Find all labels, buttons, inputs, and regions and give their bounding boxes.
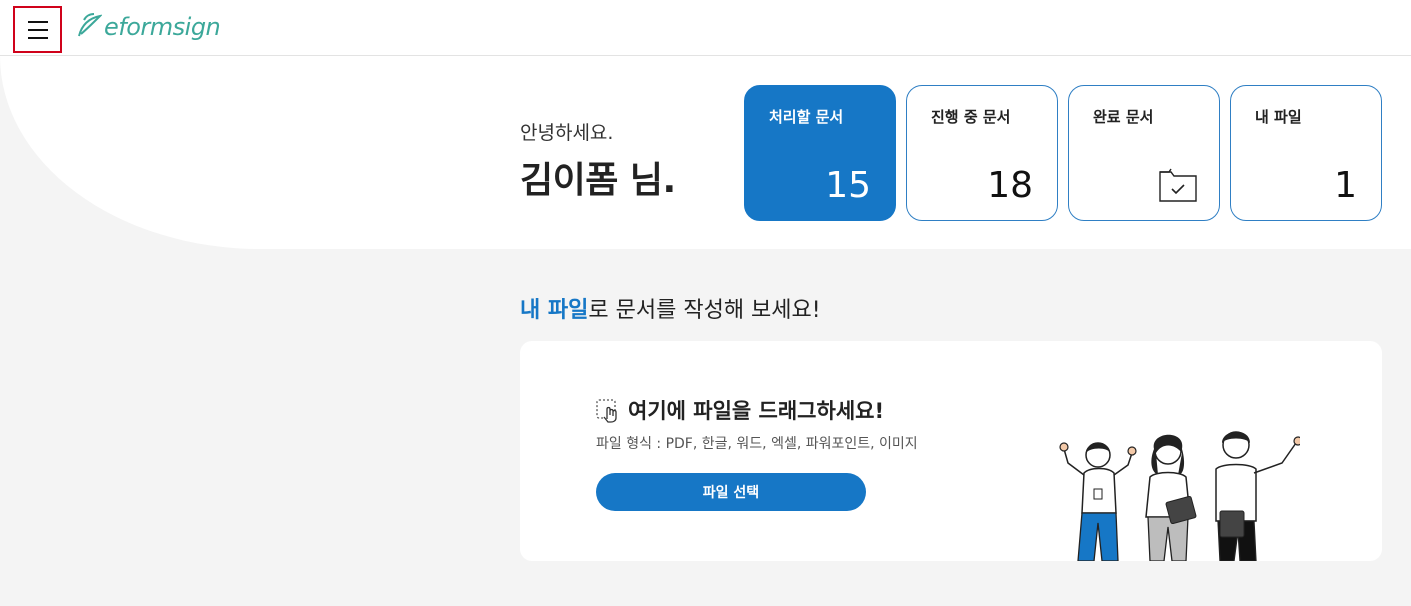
card-title: 내 파일: [1255, 108, 1302, 126]
card-title: 진행 중 문서: [931, 108, 1011, 126]
menu-line: [27, 20, 48, 23]
drop-zone-title: 여기에 파일을 드래그하세요!: [596, 395, 884, 425]
create-document-prompt: 내 파일로 문서를 작성해 보세요!: [520, 292, 821, 324]
card-count: 18: [987, 165, 1033, 206]
people-illustration: [1059, 431, 1300, 561]
card-count: 1: [1334, 165, 1357, 206]
drop-zone-title-text: 여기에 파일을 드래그하세요!: [628, 399, 885, 423]
greeting-hello: 안녕하세요.: [520, 122, 614, 144]
greeting-user-name: 김이폼 님.: [520, 160, 676, 201]
select-file-button[interactable]: 파일 선택: [596, 473, 866, 511]
prompt-highlight[interactable]: 내 파일: [520, 298, 588, 323]
card-title: 처리할 문서: [769, 108, 844, 126]
prompt-rest: 로 문서를 작성해 보세요!: [588, 298, 821, 323]
file-drop-zone[interactable]: 여기에 파일을 드래그하세요! 파일 형식 : PDF, 한글, 워드, 엑셀,…: [520, 341, 1382, 561]
folder-check-icon: [1159, 168, 1197, 202]
greeting: 안녕하세요. 김이폼 님.: [520, 118, 676, 203]
card-completed-documents[interactable]: 완료 문서: [1068, 85, 1220, 221]
drag-hand-icon: [596, 399, 617, 423]
card-my-files[interactable]: 내 파일 1: [1230, 85, 1382, 221]
card-title: 완료 문서: [1093, 108, 1154, 126]
top-bar: eformsign: [0, 0, 1411, 56]
logo-leaf-icon: [78, 13, 102, 37]
menu-line: [27, 28, 48, 31]
eformsign-logo[interactable]: eformsign: [76, 12, 221, 42]
supported-formats: 파일 형식 : PDF, 한글, 워드, 엑셀, 파워포인트, 이미지: [596, 436, 918, 452]
hamburger-menu-button[interactable]: [13, 6, 62, 53]
document-status-cards: 처리할 문서 15 진행 중 문서 18 완료 문서 내 파일 1: [744, 85, 1382, 221]
logo-text: eformsign: [104, 13, 221, 41]
menu-line: [27, 36, 48, 39]
card-in-progress-documents[interactable]: 진행 중 문서 18: [906, 85, 1058, 221]
card-pending-documents[interactable]: 처리할 문서 15: [744, 85, 896, 221]
card-count: 15: [825, 165, 871, 206]
